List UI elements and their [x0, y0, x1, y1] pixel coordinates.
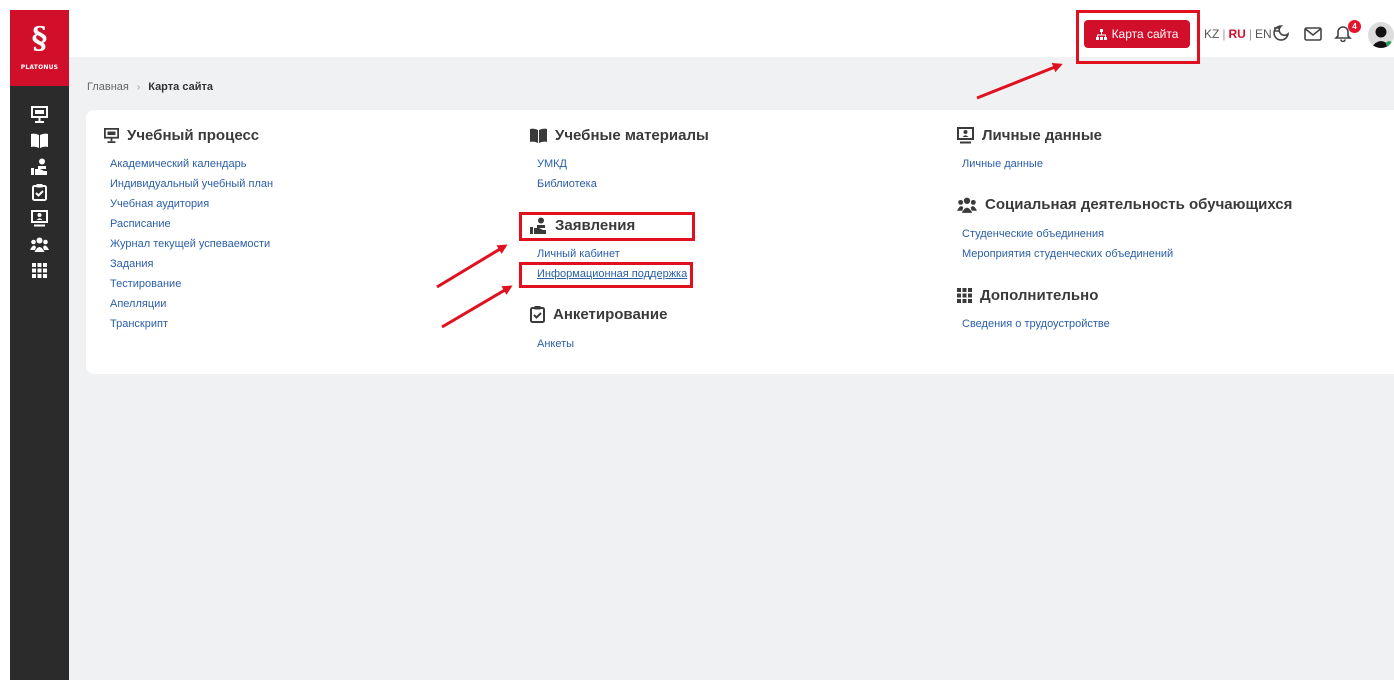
grid-icon[interactable]: [30, 262, 49, 279]
link-schedule[interactable]: Расписание: [110, 218, 171, 231]
presentation-icon: [104, 128, 119, 143]
sidebar: § PLATONUS: [10, 10, 69, 680]
link-umkd[interactable]: УМКД: [537, 158, 567, 171]
breadcrumb: Главная › Карта сайта: [87, 81, 213, 93]
theme-toggle-icon[interactable]: [1272, 24, 1290, 46]
section-title-learning-process: Учебный процесс: [127, 127, 260, 144]
link-employment-info[interactable]: Сведения о трудоустройстве: [962, 318, 1110, 331]
mail-icon[interactable]: [1304, 26, 1322, 45]
sitemap-card: [86, 110, 1394, 374]
section-title-personal: Личные данные: [982, 127, 1102, 144]
link-personal-cabinet[interactable]: Личный кабинет: [537, 248, 620, 261]
lang-en[interactable]: EN: [1255, 27, 1272, 41]
link-student-associations[interactable]: Студенческие объединения: [962, 228, 1104, 241]
highlight-site-map: [1076, 10, 1200, 64]
breadcrumb-current: Карта сайта: [148, 81, 213, 93]
link-transcript[interactable]: Транскрипт: [110, 318, 168, 331]
breadcrumb-home[interactable]: Главная: [87, 81, 129, 93]
link-questionnaires[interactable]: Анкеты: [537, 338, 574, 351]
section-personal: Личные данные: [957, 127, 1102, 144]
platonus-logo[interactable]: § PLATONUS: [10, 10, 69, 86]
lang-ru[interactable]: RU: [1228, 27, 1245, 41]
monitor-user-icon[interactable]: [30, 210, 49, 227]
lang-kz[interactable]: KZ: [1204, 27, 1219, 41]
chevron-right-icon: ›: [136, 81, 141, 93]
link-library[interactable]: Библиотека: [537, 178, 597, 191]
grid-icon: [957, 288, 972, 303]
link-association-events[interactable]: Мероприятия студенческих объединений: [962, 248, 1173, 261]
section-social: Социальная деятельность обучающихся: [957, 196, 1292, 213]
link-classroom[interactable]: Учебная аудитория: [110, 198, 209, 211]
section-materials: Учебные материалы: [530, 127, 709, 144]
clipboard-check-icon: [530, 306, 545, 323]
monitor-user-icon: [957, 127, 974, 144]
link-gradebook[interactable]: Журнал текущей успеваемости: [110, 238, 270, 251]
language-switcher: KZ | RU | EN: [1204, 27, 1272, 41]
presentation-icon[interactable]: [30, 106, 49, 123]
logo-text: PLATONUS: [20, 64, 59, 71]
hand-user-icon[interactable]: [30, 158, 49, 175]
lang-separator: |: [1248, 27, 1252, 41]
avatar[interactable]: [1368, 22, 1394, 48]
clipboard-check-icon[interactable]: [30, 184, 49, 201]
link-assignments[interactable]: Задания: [110, 258, 153, 271]
logo-glyph: §: [31, 21, 48, 56]
link-individual-plan[interactable]: Индивидуальный учебный план: [110, 178, 273, 191]
section-surveys: Анкетирование: [530, 306, 667, 323]
section-title-additional: Дополнительно: [980, 287, 1099, 304]
highlight-info-support: [519, 262, 693, 288]
lang-separator: |: [1222, 27, 1226, 41]
section-additional: Дополнительно: [957, 287, 1098, 304]
book-icon[interactable]: [30, 132, 49, 149]
link-appeals[interactable]: Апелляции: [110, 298, 166, 311]
link-testing[interactable]: Тестирование: [110, 278, 181, 291]
section-title-surveys: Анкетирование: [553, 306, 668, 323]
highlight-applications: [519, 212, 695, 241]
section-learning-process: Учебный процесс: [104, 127, 259, 144]
users-icon[interactable]: [30, 236, 49, 253]
notification-badge: 4: [1348, 20, 1361, 33]
section-title-social: Социальная деятельность обучающихся: [985, 196, 1293, 213]
book-icon: [530, 128, 547, 143]
link-academic-calendar[interactable]: Академический календарь: [110, 158, 246, 171]
section-title-materials: Учебные материалы: [555, 127, 709, 144]
users-icon: [957, 197, 977, 213]
link-personal-data[interactable]: Личные данные: [962, 158, 1043, 171]
